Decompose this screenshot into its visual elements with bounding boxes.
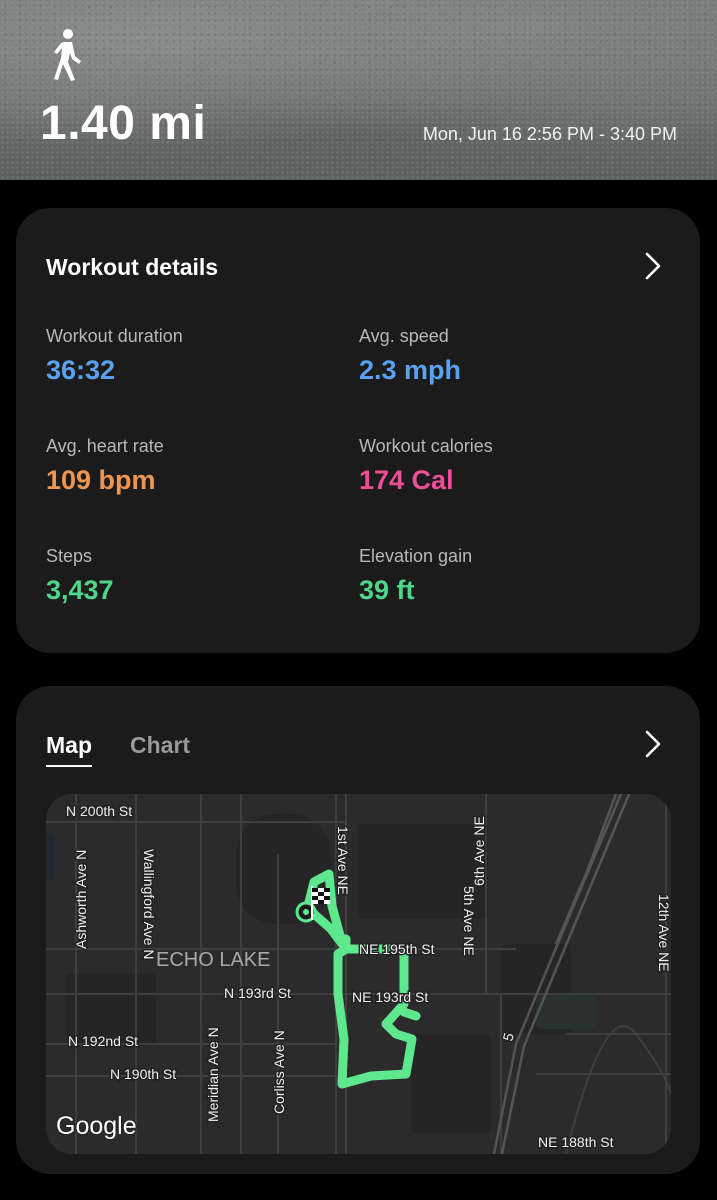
route-map[interactable]: N 200th St Ashworth Ave N Wallingford Av… [46, 794, 671, 1154]
route-spur [399, 1007, 421, 1021]
metric-label: Elevation gain [359, 546, 473, 566]
metric-label: Workout duration [46, 326, 183, 346]
street-label: Corliss Ave N [271, 1030, 287, 1114]
total-distance: 1.40 mi [40, 97, 207, 150]
metric-calories: Workout calories 174 Cal [359, 436, 659, 496]
park-area [536, 994, 596, 1029]
chevron-right-icon[interactable] [642, 728, 664, 760]
workout-date-range: Mon, Jun 16 2:56 PM - 3:40 PM [422, 124, 677, 144]
street-label: Ashworth Ave N [73, 850, 89, 949]
street-label: N 192nd St [68, 1033, 138, 1049]
street-label: NE 188th St [538, 1134, 614, 1150]
street-label: 12th Ave NE [656, 894, 671, 972]
street-label: N 190th St [110, 1066, 176, 1082]
metric-heart-rate: Avg. heart rate 109 bpm [46, 436, 346, 496]
metric-value: 2.3 mph [359, 355, 462, 385]
metric-duration: Workout duration 36:32 [46, 326, 346, 386]
metric-elevation: Elevation gain 39 ft [359, 546, 659, 606]
route-card: Map Chart N 200th St Ashworth Ave N Wall… [16, 686, 700, 1174]
metric-value: 174 Cal [359, 465, 454, 495]
street-label: 5th Ave NE [461, 886, 477, 956]
street-label: NE 193rd St [352, 989, 428, 1005]
metric-label: Avg. heart rate [46, 436, 164, 456]
water-area [46, 834, 54, 879]
street-label: N 200th St [66, 803, 132, 819]
metric-steps: Steps 3,437 [46, 546, 346, 606]
workout-details-title: Workout details [46, 254, 219, 280]
metric-avg-speed: Avg. speed 2.3 mph [359, 326, 659, 386]
walking-person-icon [54, 29, 81, 81]
area-label: ECHO LAKE [156, 949, 270, 971]
workout-details-card[interactable]: Workout details Workout duration 36:32 A… [16, 208, 700, 653]
metric-label: Steps [46, 546, 93, 566]
street-label: 6th Ave NE [471, 816, 487, 886]
street-label: N 193rd St [224, 985, 291, 1001]
metric-value: 109 bpm [46, 465, 156, 495]
tab-chart[interactable]: Chart [130, 732, 190, 759]
metric-label: Avg. speed [359, 326, 449, 346]
metric-label: Workout calories [359, 436, 493, 456]
metric-value: 39 ft [359, 575, 415, 605]
workout-header: 1.40 mi Mon, Jun 16 2:56 PM - 3:40 PM [0, 0, 717, 180]
chevron-right-icon[interactable] [642, 250, 664, 282]
street-label: Meridian Ave N [205, 1027, 221, 1122]
street-label: NE 195th St [359, 941, 435, 957]
metric-value: 3,437 [46, 575, 114, 605]
street-label: 1st Ave NE [335, 826, 351, 895]
tab-map[interactable]: Map [46, 732, 92, 767]
street-label: Wallingford Ave N [141, 849, 157, 960]
metric-value: 36:32 [46, 355, 116, 385]
google-logo: Google [56, 1112, 137, 1140]
